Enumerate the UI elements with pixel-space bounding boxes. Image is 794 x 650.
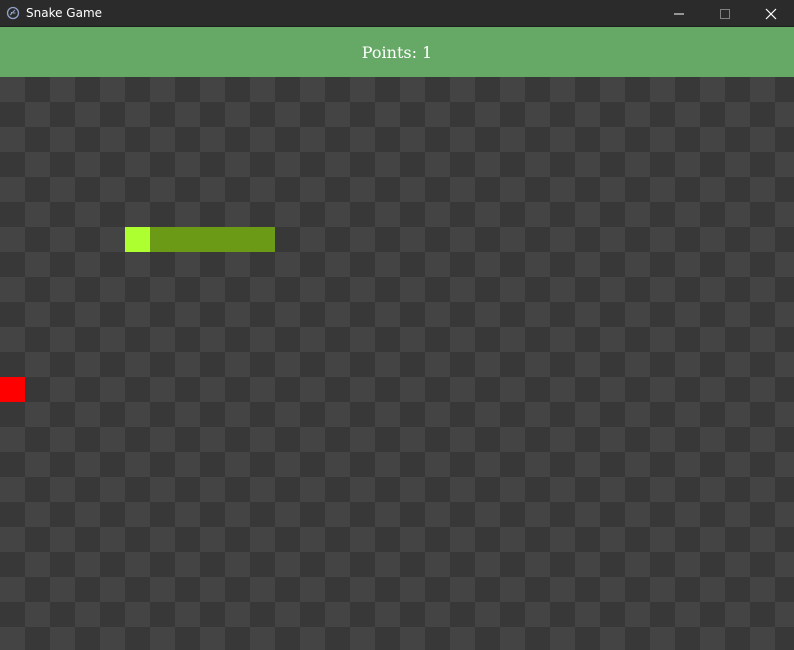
points-value: 1 — [422, 42, 433, 62]
points-label: Points: — [361, 42, 417, 62]
snake-body-segment — [150, 227, 175, 252]
maximize-icon — [720, 8, 730, 19]
window-controls — [656, 0, 794, 27]
window-title: Snake Game — [26, 6, 103, 20]
close-icon — [765, 8, 777, 19]
snake-body-segment — [200, 227, 225, 252]
food-item — [0, 377, 25, 402]
minimize-icon — [674, 13, 684, 14]
snake-body-segment — [175, 227, 200, 252]
title-bar[interactable]: Snake Game — [0, 0, 794, 27]
snake-head — [125, 227, 150, 252]
minimize-button[interactable] — [656, 0, 702, 27]
close-button[interactable] — [748, 0, 794, 27]
score-bar: Points: 1 — [0, 27, 794, 77]
tk-feather-icon — [6, 6, 20, 20]
game-window: Snake Game Points: 1 — [0, 0, 794, 650]
maximize-button[interactable] — [702, 0, 748, 27]
snake-body-segment — [250, 227, 275, 252]
snake-body-segment — [225, 227, 250, 252]
game-board[interactable] — [0, 77, 794, 650]
